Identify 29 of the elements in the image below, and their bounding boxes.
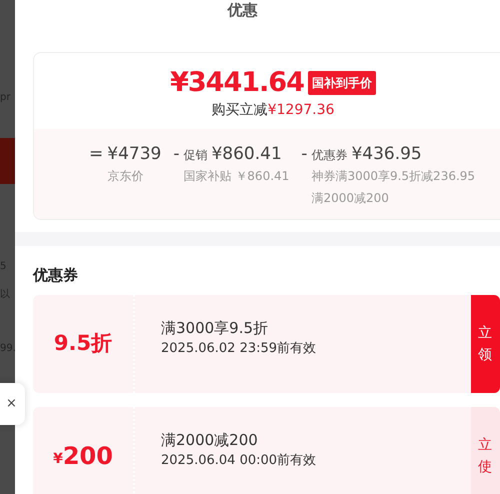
coupon-action-button[interactable]: 立 领 — [471, 294, 500, 392]
section-heading: 优惠券 — [33, 265, 79, 286]
price-tag: 国补到手价 — [308, 70, 376, 94]
price-note: 神券满3000享9.5折减236.95 — [311, 168, 476, 185]
coupon-action-button[interactable]: 立 使 — [471, 406, 500, 494]
saving-amount: ¥1297.36 — [268, 101, 334, 120]
coupon-validity: 2025.06.04 00:00前有效 — [161, 452, 318, 470]
close-button[interactable]: × — [0, 394, 17, 414]
final-price: ¥3441.64 — [170, 69, 304, 96]
price-amount: ¥436.95 — [351, 143, 422, 165]
operator: = — [89, 143, 104, 166]
sheet-title: 优惠 — [226, 0, 258, 21]
operator: - — [173, 143, 180, 166]
price-amount: ¥860.41 — [211, 143, 282, 165]
price-label: 优惠券 — [311, 147, 348, 164]
price-note: 国家补贴 ￥860.41 — [183, 168, 290, 185]
price-note: 京东价 — [107, 168, 144, 185]
coupon-value: 200 — [62, 440, 113, 472]
currency-symbol: ¥ — [53, 450, 63, 469]
coupon-condition: 满3000享9.5折 — [161, 318, 270, 338]
operator: - — [301, 143, 308, 166]
price-label: 促销 — [183, 147, 208, 164]
price-note: 满2000减200 — [311, 190, 390, 207]
backdrop-banner — [0, 138, 15, 184]
coupon-value: 9.5折 — [54, 330, 112, 357]
coupon-condition: 满2000减200 — [161, 430, 259, 450]
coupon-validity: 2025.06.02 23:59前有效 — [161, 340, 318, 358]
saving-label: 购买立减 — [212, 101, 268, 120]
price-amount: ¥4739 — [107, 143, 162, 165]
